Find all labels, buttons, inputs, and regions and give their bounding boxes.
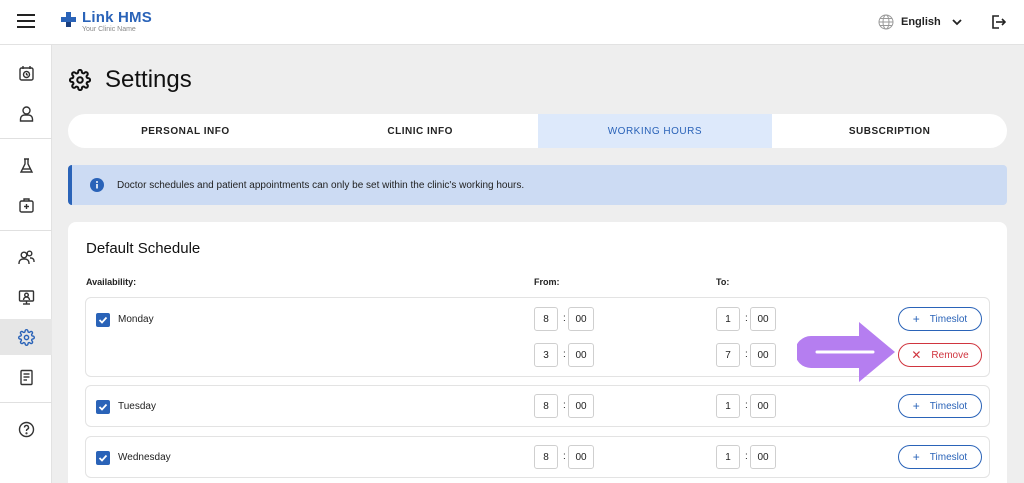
from-hour-input[interactable]: 3 <box>534 343 558 367</box>
from-header: From: <box>534 277 560 287</box>
to-minute-input[interactable]: 00 <box>750 307 776 331</box>
plus-icon: + <box>912 399 920 413</box>
to-minute-input[interactable]: 00 <box>750 445 776 469</box>
add-timeslot-button[interactable]: + Timeslot <box>898 307 982 331</box>
language-label: English <box>901 16 941 28</box>
sidebar-item-lab[interactable] <box>0 147 52 183</box>
wednesday-checkbox[interactable] <box>96 451 110 465</box>
check-icon <box>98 403 108 411</box>
cross-logo-icon <box>61 12 76 27</box>
time-separator: : <box>745 313 748 324</box>
remove-timeslot-button[interactable]: ✕ Remove <box>898 343 982 367</box>
menu-icon[interactable] <box>17 14 35 30</box>
day-label-tuesday: Tuesday <box>118 401 156 412</box>
time-separator: : <box>563 313 566 324</box>
globe-icon <box>878 14 894 30</box>
add-timeslot-button[interactable]: + Timeslot <box>898 394 982 418</box>
tab-subscription[interactable]: SUBSCRIPTION <box>772 114 1007 148</box>
sidebar-item-help[interactable] <box>0 411 52 447</box>
settings-tabs: PERSONAL INFO CLINIC INFO WORKING HOURS … <box>68 114 1007 148</box>
language-selector[interactable]: English <box>878 14 963 30</box>
time-separator: : <box>563 349 566 360</box>
tuesday-checkbox[interactable] <box>96 400 110 414</box>
sidebar-item-settings[interactable] <box>0 319 52 355</box>
sidebar-item-staff[interactable] <box>0 239 52 275</box>
app-subtitle: Your Clinic Name <box>82 26 136 33</box>
users-icon <box>17 250 35 264</box>
monitor-user-icon <box>18 289 34 305</box>
day-label-monday: Monday <box>118 314 154 325</box>
from-minute-input[interactable]: 00 <box>568 445 594 469</box>
from-minute-input[interactable]: 00 <box>568 343 594 367</box>
to-header: To: <box>716 277 730 287</box>
day-label-wednesday: Wednesday <box>118 452 171 463</box>
monday-checkbox[interactable] <box>96 313 110 327</box>
to-minute-input[interactable]: 00 <box>750 394 776 418</box>
info-message: Doctor schedules and patient appointment… <box>117 179 525 191</box>
top-bar: Link HMS Your Clinic Name English <box>0 0 1024 45</box>
time-separator: : <box>745 400 748 411</box>
tab-working-hours[interactable]: WORKING HOURS <box>537 114 773 148</box>
schedule-row-wednesday: Wednesday 8 : 00 1 : 00 + Timeslot <box>85 436 990 478</box>
to-hour-input[interactable]: 1 <box>716 307 740 331</box>
to-hour-input[interactable]: 1 <box>716 394 740 418</box>
calendar-clock-icon <box>18 65 34 81</box>
add-timeslot-button[interactable]: + Timeslot <box>898 445 982 469</box>
add-timeslot-label: Timeslot <box>929 400 968 412</box>
sidebar-item-appointments[interactable] <box>0 55 52 91</box>
check-icon <box>98 454 108 462</box>
page-title: Settings <box>105 66 192 93</box>
schedule-row-tuesday: Tuesday 8 : 00 1 : 00 + Timeslot <box>85 385 990 427</box>
medical-kit-icon <box>18 197 34 213</box>
info-banner: Doctor schedules and patient appointment… <box>68 165 1007 205</box>
sidebar-item-reports[interactable] <box>0 359 52 395</box>
sidebar-item-patients[interactable] <box>0 95 52 131</box>
flask-icon <box>19 157 33 173</box>
from-hour-input[interactable]: 8 <box>534 394 558 418</box>
user-icon <box>19 105 33 122</box>
info-icon <box>90 178 104 192</box>
plus-icon: + <box>912 450 920 464</box>
from-minute-input[interactable]: 00 <box>568 394 594 418</box>
gear-icon <box>69 69 91 91</box>
tab-personal-info[interactable]: PERSONAL INFO <box>68 114 303 148</box>
annotation-arrow-icon <box>797 322 895 382</box>
to-hour-input[interactable]: 7 <box>716 343 740 367</box>
check-icon <box>98 316 108 324</box>
report-icon <box>19 369 33 385</box>
sidebar-item-medical[interactable] <box>0 187 52 223</box>
add-timeslot-label: Timeslot <box>929 451 968 463</box>
time-separator: : <box>745 451 748 462</box>
close-icon: ✕ <box>911 348 922 362</box>
add-timeslot-label: Timeslot <box>929 313 968 325</box>
time-separator: : <box>563 400 566 411</box>
to-hour-input[interactable]: 1 <box>716 445 740 469</box>
gear-icon <box>17 328 35 346</box>
logout-icon[interactable] <box>990 14 1006 30</box>
chevron-down-icon <box>952 19 962 26</box>
app-name: Link HMS <box>82 9 152 26</box>
schedule-title: Default Schedule <box>86 240 201 257</box>
from-hour-input[interactable]: 8 <box>534 445 558 469</box>
sidebar <box>0 45 52 483</box>
to-minute-input[interactable]: 00 <box>750 343 776 367</box>
availability-header: Availability: <box>86 277 137 287</box>
plus-icon: + <box>912 312 920 326</box>
from-minute-input[interactable]: 00 <box>568 307 594 331</box>
time-separator: : <box>745 349 748 360</box>
page-header: Settings <box>69 66 192 94</box>
from-hour-input[interactable]: 8 <box>534 307 558 331</box>
sidebar-item-monitor[interactable] <box>0 279 52 315</box>
tab-clinic-info[interactable]: CLINIC INFO <box>303 114 538 148</box>
remove-timeslot-label: Remove <box>931 349 969 361</box>
app-logo[interactable]: Link HMS Your Clinic Name <box>59 10 152 33</box>
help-icon <box>18 421 34 437</box>
time-separator: : <box>563 451 566 462</box>
